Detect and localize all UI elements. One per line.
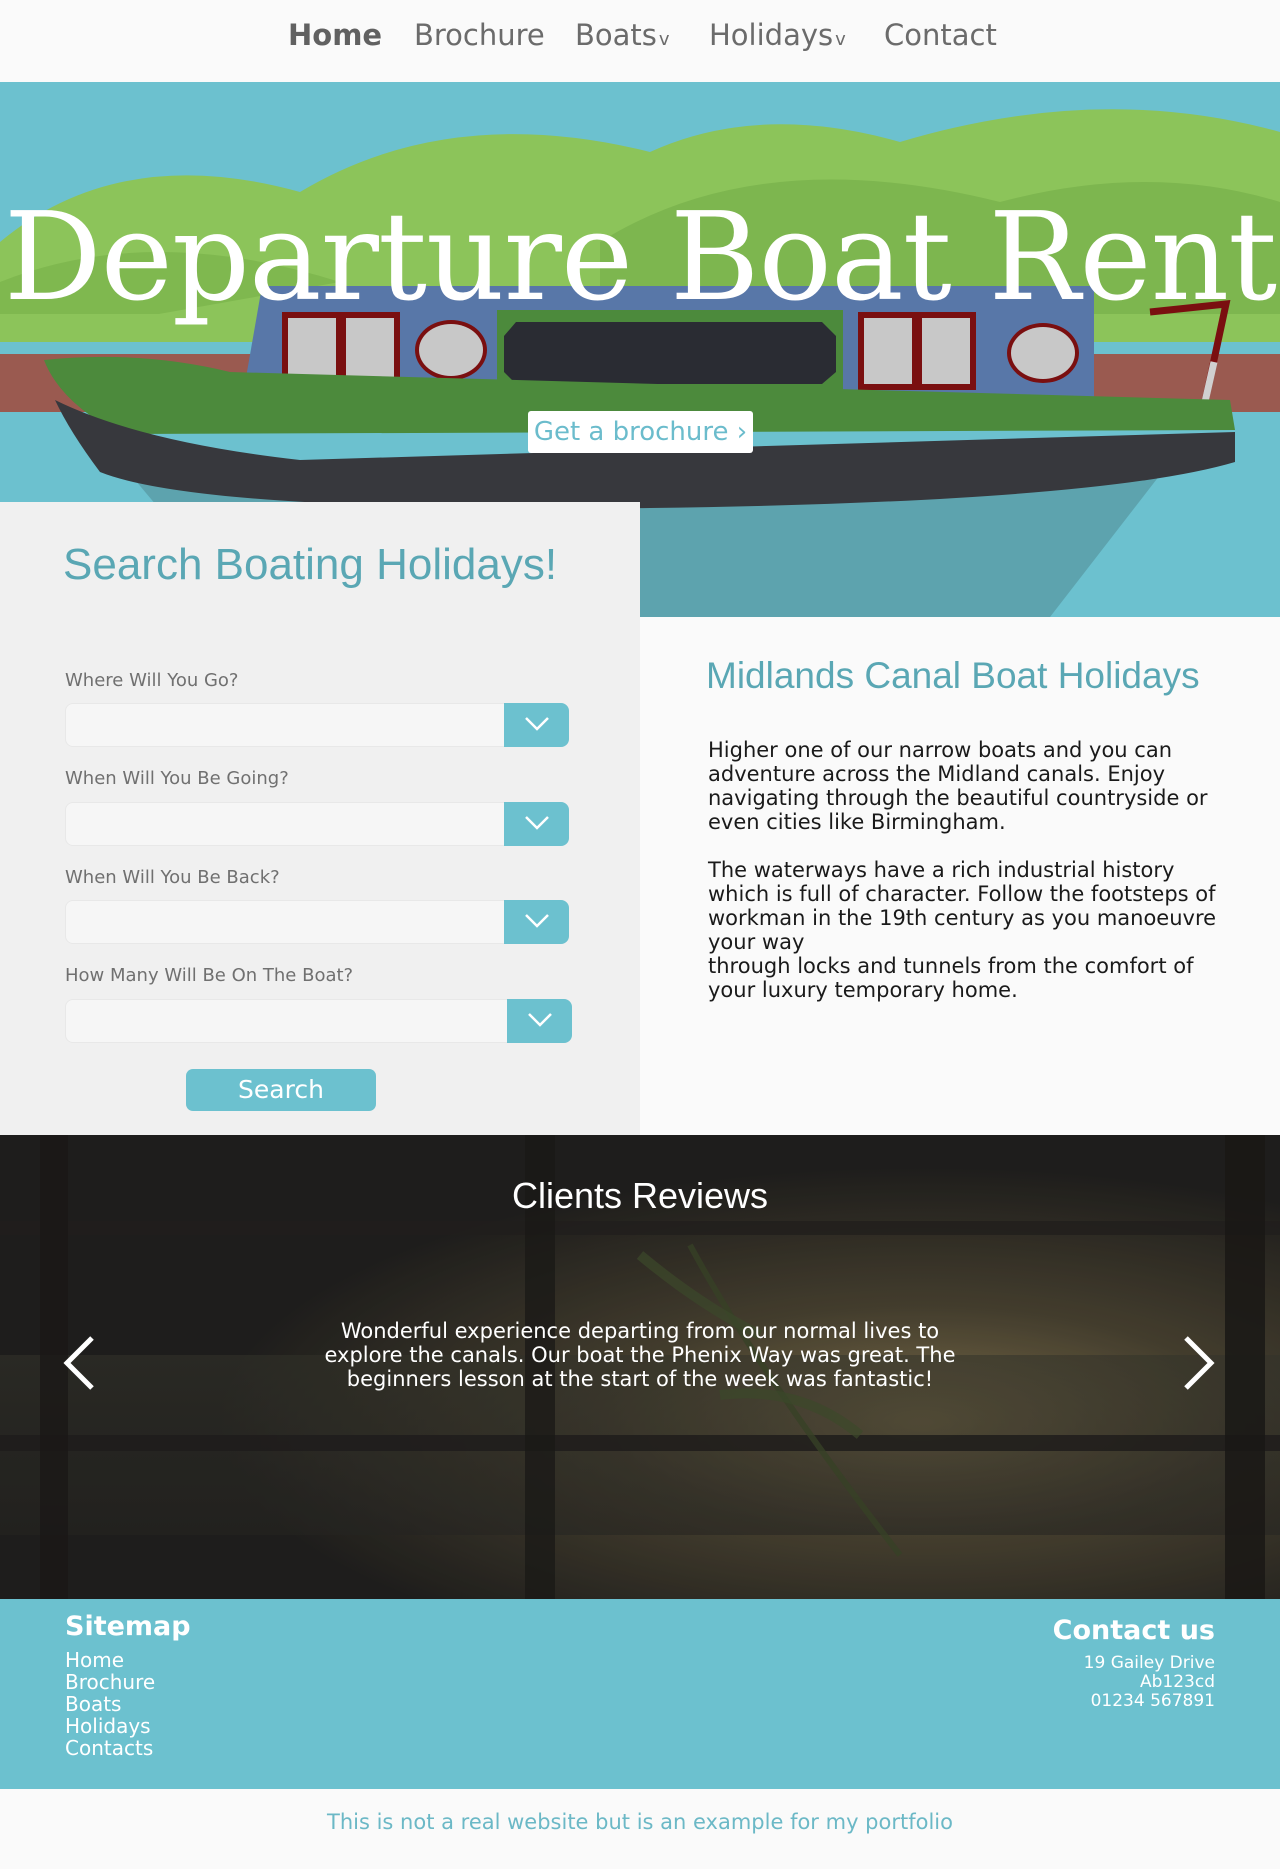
guests-label: How Many Will Be On The Boat?: [65, 965, 354, 986]
nav-boats-label: Boats: [575, 18, 657, 52]
chevron-down-icon[interactable]: [504, 900, 569, 944]
info-title: Midlands Canal Boat Holidays: [706, 655, 1200, 696]
nav-home[interactable]: Home: [288, 18, 382, 52]
reviews-title: Clients Reviews: [511, 1175, 769, 1216]
destination-select[interactable]: [65, 703, 569, 747]
sitemap-link-holidays[interactable]: Holidays: [65, 1714, 151, 1738]
nav-contact[interactable]: Contact: [884, 18, 997, 52]
nav-contact-label: Contact: [884, 18, 997, 52]
review-text: Wonderful experience departing from our …: [324, 1319, 956, 1391]
guests-select[interactable]: [65, 999, 572, 1043]
contact-title: Contact us: [1052, 1615, 1215, 1646]
search-title: Search Boating Holidays!: [63, 540, 558, 589]
footer: Sitemap Home Brochure Boats Holidays Con…: [0, 1599, 1280, 1789]
reviews-section: Clients Reviews Wonderful experience dep…: [0, 1135, 1280, 1599]
nav-brochure-label: Brochure: [414, 18, 545, 52]
departure-date-label: When Will You Be Going?: [65, 768, 289, 789]
sitemap-link-boats[interactable]: Boats: [65, 1692, 121, 1716]
sitemap-title: Sitemap: [65, 1611, 191, 1642]
nav-home-label: Home: [288, 18, 383, 52]
return-date-label: When Will You Be Back?: [65, 867, 280, 888]
sitemap-link-brochure[interactable]: Brochure: [65, 1670, 155, 1694]
chevron-right-icon: ›: [728, 417, 748, 447]
contact-address: 19 Gailey Drive: [1083, 1653, 1215, 1673]
destination-label: Where Will You Go?: [65, 670, 239, 691]
sitemap-link-home[interactable]: Home: [65, 1648, 124, 1672]
contact-postcode: Ab123cd: [1139, 1672, 1215, 1692]
contact-phone: 01234 567891: [1090, 1691, 1215, 1711]
chevron-down-icon: v: [658, 29, 670, 50]
nav-holidays-label: Holidays: [709, 18, 834, 52]
chevron-down-icon[interactable]: [504, 703, 569, 747]
site-title: Departure Boat Rent: [3, 186, 1277, 328]
return-date-select[interactable]: [65, 900, 569, 944]
top-navigation: Home Brochure Boats v Holidays v Contact: [0, 0, 1280, 82]
get-brochure-label: Get a brochure: [533, 417, 729, 447]
get-brochure-button[interactable]: Get a brochure ›: [528, 411, 753, 453]
info-paragraph-2-line-1: The waterways have a rich industrial his…: [708, 858, 1217, 954]
chevron-right-icon[interactable]: [1182, 1335, 1216, 1395]
info-section: Midlands Canal Boat Holidays Higher one …: [640, 617, 1280, 1135]
chevron-down-icon[interactable]: [507, 999, 572, 1043]
chevron-down-icon[interactable]: [504, 802, 569, 846]
nav-brochure[interactable]: Brochure: [414, 18, 545, 52]
info-paragraph-1: Higher one of our narrow boats and you c…: [708, 738, 1208, 834]
portfolio-note: This is not a real website but is an exa…: [327, 1810, 953, 1834]
chevron-left-icon[interactable]: [62, 1335, 96, 1395]
chevron-down-icon: v: [835, 29, 846, 50]
nav-holidays[interactable]: Holidays v: [709, 18, 846, 52]
sitemap-link-contacts[interactable]: Contacts: [65, 1736, 153, 1760]
search-panel: Search Boating Holidays! Where Will You …: [0, 502, 640, 1135]
departure-date-select[interactable]: [65, 802, 569, 846]
info-paragraph-2-line-2: through locks and tunnels from the comfo…: [708, 954, 1194, 1002]
nav-boats[interactable]: Boats v: [575, 18, 670, 52]
search-button[interactable]: Search: [186, 1069, 376, 1111]
